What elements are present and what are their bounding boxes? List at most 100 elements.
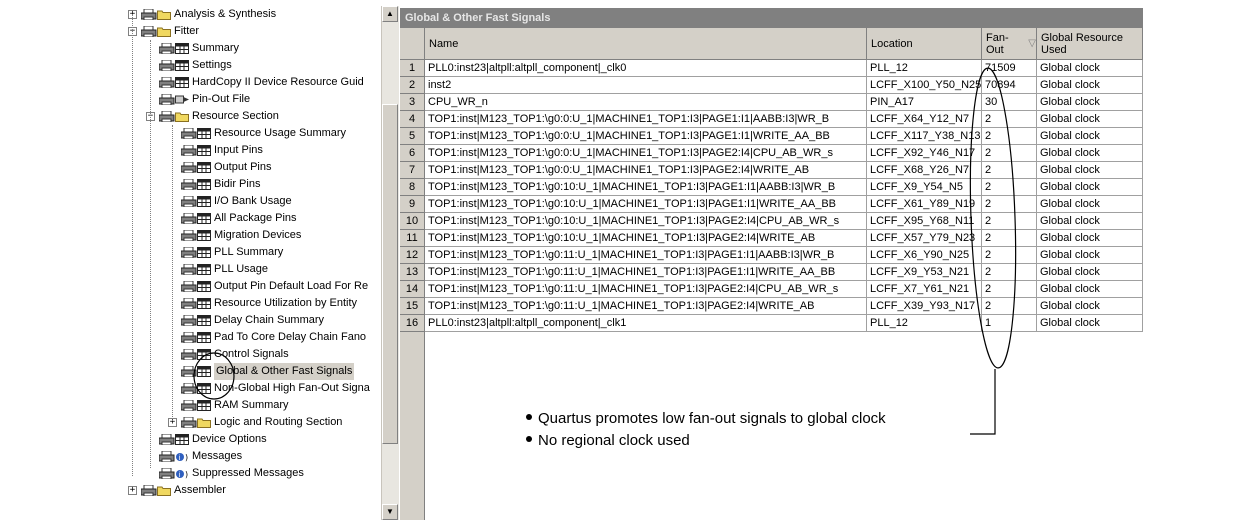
printer-icon [141, 9, 157, 20]
tree-item[interactable]: Settings [124, 57, 380, 74]
cell-resource: Global clock [1037, 315, 1143, 332]
row-number: 16 [400, 315, 425, 332]
tree-item-label: Resource Section [192, 110, 279, 122]
printer-icon [141, 26, 157, 37]
tree-item[interactable]: i) Suppressed Messages [124, 465, 380, 482]
tree-item-label: Pin-Out File [192, 93, 251, 105]
tree-item[interactable]: Global & Other Fast Signals [124, 363, 380, 380]
cell-name: TOP1:inst|M123_TOP1:\g0:10:U_1|MACHINE1_… [425, 213, 867, 230]
tree-item[interactable]: Resource Usage Summary [124, 125, 380, 142]
tree-item[interactable]: I/O Bank Usage [124, 193, 380, 210]
printer-icon [181, 281, 197, 292]
tree-item[interactable]: − Resource Section [124, 108, 380, 125]
cell-fanout: 1 [982, 315, 1037, 332]
cell-resource: Global clock [1037, 60, 1143, 77]
tree-scrollbar[interactable]: ▲ ▼ [381, 6, 399, 520]
cell-location: LCFF_X9_Y53_N21 [867, 264, 982, 281]
printer-icon [181, 230, 197, 241]
column-header-name[interactable]: Name [425, 28, 867, 60]
tree-item-label: Output Pins [214, 161, 272, 173]
tree-item[interactable]: Resource Utilization by Entity [124, 295, 380, 312]
annotation-bullet-2: No regional clock used [526, 432, 690, 450]
row-number: 3 [400, 94, 425, 111]
column-header-fanout[interactable]: Fan-Out ▽ [982, 28, 1037, 60]
cell-name: TOP1:inst|M123_TOP1:\g0:10:U_1|MACHINE1_… [425, 230, 867, 247]
cell-resource: Global clock [1037, 196, 1143, 213]
printer-icon [181, 162, 197, 173]
tree-item[interactable]: Summary [124, 40, 380, 57]
tree-item[interactable]: Pad To Core Delay Chain Fano [124, 329, 380, 346]
cell-location: LCFF_X64_Y12_N7 [867, 111, 982, 128]
cell-fanout: 30 [982, 94, 1037, 111]
row-number: 6 [400, 145, 425, 162]
printer-icon [181, 145, 197, 156]
cell-fanout: 2 [982, 230, 1037, 247]
cell-fanout: 2 [982, 281, 1037, 298]
tree-item[interactable]: − Fitter [124, 23, 380, 40]
tree-item[interactable]: Migration Devices [124, 227, 380, 244]
tree-item[interactable]: Input Pins [124, 142, 380, 159]
table-icon [197, 366, 211, 377]
tree-item[interactable]: RAM Summary [124, 397, 380, 414]
tree-item[interactable]: Output Pins [124, 159, 380, 176]
tree-item[interactable]: Output Pin Default Load For Re [124, 278, 380, 295]
cell-resource: Global clock [1037, 298, 1143, 315]
tree-item[interactable]: Control Signals [124, 346, 380, 363]
tree-item-label: Device Options [192, 433, 267, 445]
cell-name: TOP1:inst|M123_TOP1:\g0:11:U_1|MACHINE1_… [425, 247, 867, 264]
tree-item[interactable]: + Analysis & Synthesis [124, 6, 380, 23]
tree-item-label: Output Pin Default Load For Re [214, 280, 369, 292]
tree-item[interactable]: Bidir Pins [124, 176, 380, 193]
tree-item-label: Assembler [174, 484, 226, 496]
cell-location: LCFF_X7_Y61_N21 [867, 281, 982, 298]
cell-fanout: 2 [982, 264, 1037, 281]
column-header-location[interactable]: Location [867, 28, 982, 60]
tree-item[interactable]: i) Messages [124, 448, 380, 465]
tree-item[interactable]: + Assembler [124, 482, 380, 499]
scroll-up-icon[interactable]: ▲ [382, 6, 398, 22]
tree-item-label: Non-Global High Fan-Out Signa [214, 382, 370, 394]
cell-location: LCFF_X9_Y54_N5 [867, 179, 982, 196]
tree-item[interactable]: Device Options [124, 431, 380, 448]
printer-icon [159, 434, 175, 445]
table-icon [197, 179, 211, 190]
tree-item[interactable]: Delay Chain Summary [124, 312, 380, 329]
cell-resource: Global clock [1037, 264, 1143, 281]
tree-item-label: Input Pins [214, 144, 263, 156]
row-number: 12 [400, 247, 425, 264]
cell-location: PIN_A17 [867, 94, 982, 111]
tree-item-label: Pad To Core Delay Chain Fano [214, 331, 367, 343]
column-header-resource[interactable]: Global Resource Used [1037, 28, 1143, 60]
row-number: 14 [400, 281, 425, 298]
scroll-down-icon[interactable]: ▼ [382, 504, 398, 520]
cell-fanout: 2 [982, 128, 1037, 145]
tree-item[interactable]: PLL Summary [124, 244, 380, 261]
tree-item-label: Fitter [174, 25, 200, 37]
table-icon [175, 434, 189, 445]
cell-fanout: 71509 [982, 60, 1037, 77]
tree-item[interactable]: HardCopy II Device Resource Guid [124, 74, 380, 91]
info-icon: i) [176, 470, 188, 479]
tree-item-label: Global & Other Fast Signals [214, 363, 355, 380]
row-number: 2 [400, 77, 425, 94]
cell-resource: Global clock [1037, 247, 1143, 264]
scroll-thumb[interactable] [382, 104, 398, 444]
tree-item-label: I/O Bank Usage [214, 195, 292, 207]
table-icon [197, 315, 211, 326]
printer-icon [181, 366, 197, 377]
cell-location: LCFF_X61_Y89_N19 [867, 196, 982, 213]
tree-item[interactable]: Non-Global High Fan-Out Signa [124, 380, 380, 397]
tree-item[interactable]: + Logic and Routing Section [124, 414, 380, 431]
printer-icon [159, 111, 175, 122]
tree-item-label: Settings [192, 59, 232, 71]
table-icon [175, 43, 189, 54]
expand-icon[interactable]: + [128, 486, 137, 495]
cell-resource: Global clock [1037, 94, 1143, 111]
svg-text:i: i [179, 471, 181, 479]
tree-item[interactable]: Pin-Out File [124, 91, 380, 108]
folder-icon [157, 486, 171, 496]
cell-fanout: 2 [982, 298, 1037, 315]
tree-item-label: Control Signals [214, 348, 289, 360]
tree-item[interactable]: PLL Usage [124, 261, 380, 278]
tree-item[interactable]: All Package Pins [124, 210, 380, 227]
